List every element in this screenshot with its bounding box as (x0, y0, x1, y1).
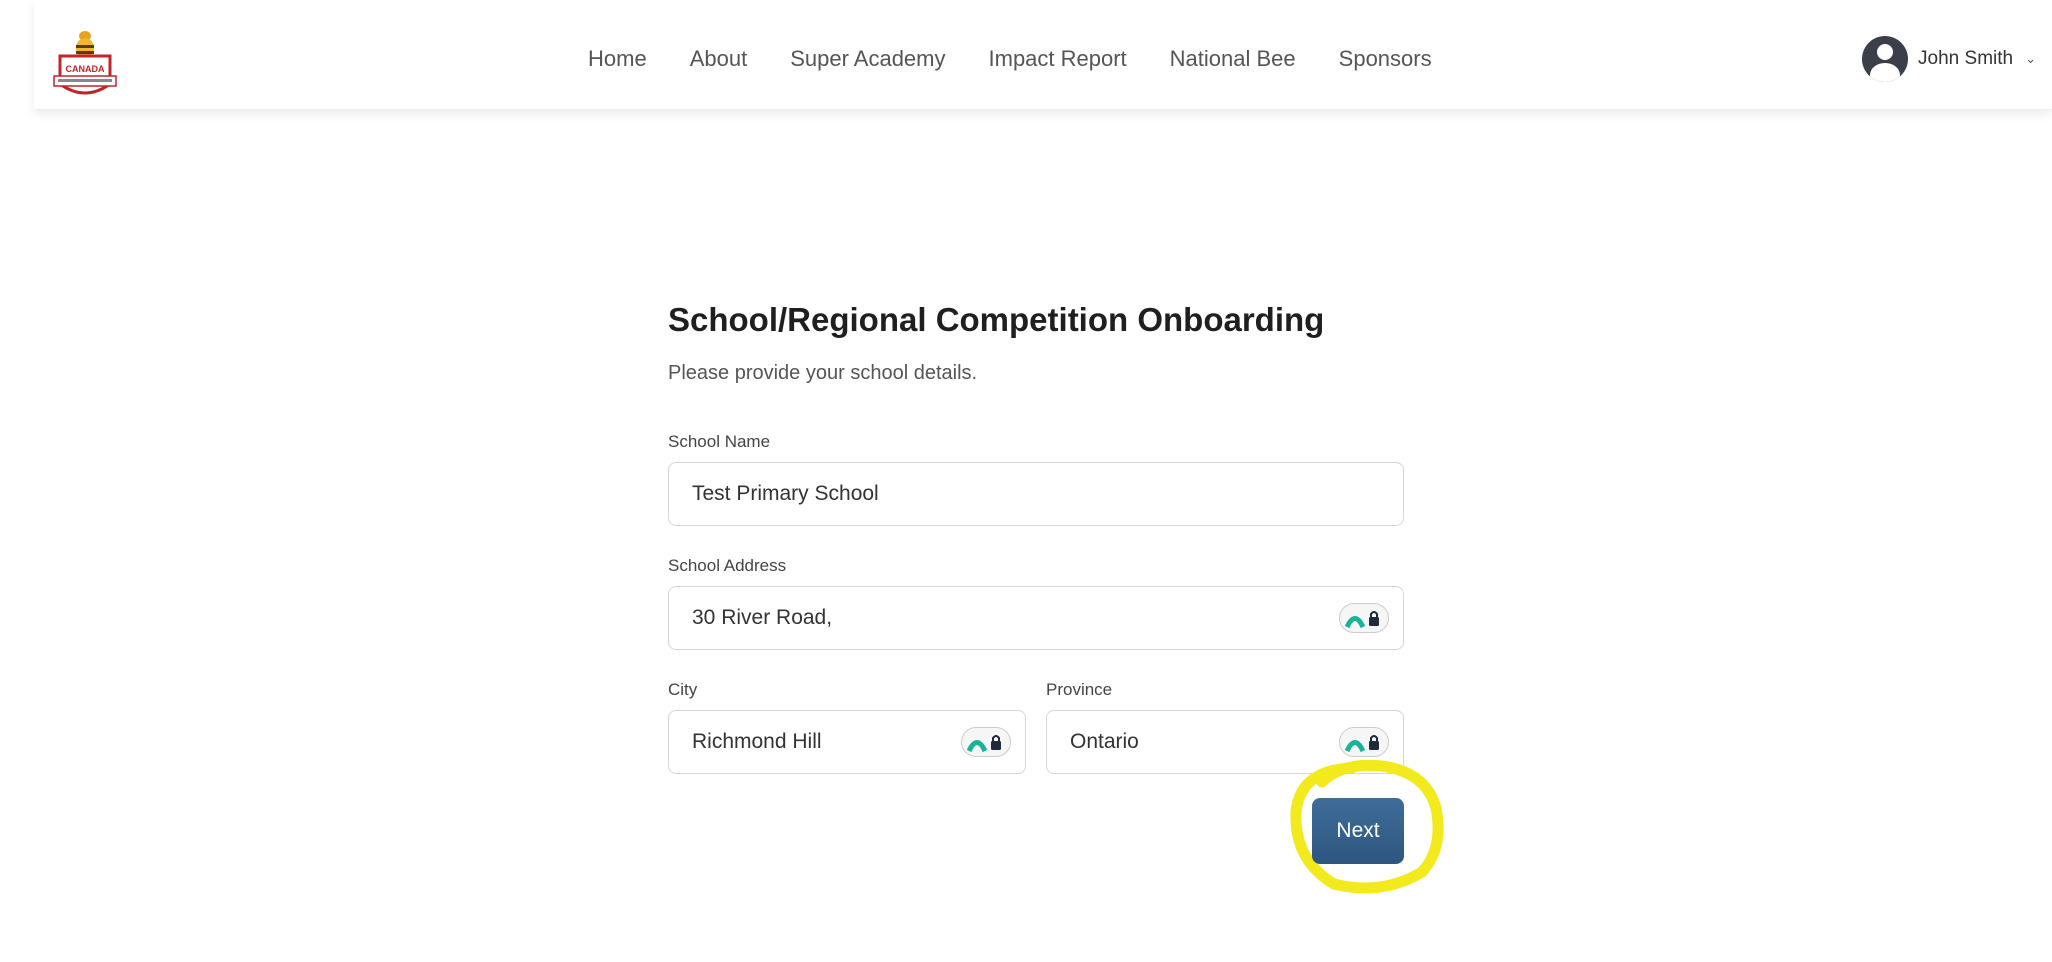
nav-home[interactable]: Home (588, 46, 647, 72)
password-manager-icon[interactable] (961, 727, 1011, 757)
nav-super-academy[interactable]: Super Academy (790, 46, 945, 72)
city-input[interactable]: Richmond Hill (668, 710, 1026, 774)
province-label: Province (1046, 680, 1113, 699)
city-label: City (668, 680, 698, 699)
chevron-down-icon: ⌄ (2025, 51, 2036, 66)
pm-autofill-icon (1345, 735, 1379, 753)
school-name-label: School Name (668, 432, 771, 451)
page-subtitle: Please provide your school details. (668, 362, 978, 384)
next-button[interactable]: Next (1312, 798, 1404, 864)
password-manager-icon[interactable] (1339, 603, 1389, 633)
nav-national-bee[interactable]: National Bee (1170, 46, 1296, 72)
spelling-bee-logo-icon: CANADA (53, 31, 117, 95)
password-manager-icon[interactable] (1339, 727, 1389, 757)
onboarding-form: School/Regional Competition Onboarding P… (668, 296, 1404, 774)
school-address-label: School Address (668, 556, 787, 575)
school-name-value: Test Primary School (692, 482, 879, 505)
province-value: Ontario (1070, 730, 1139, 753)
page-title: School/Regional Competition Onboarding (668, 301, 1325, 338)
nav-sponsors[interactable]: Sponsors (1339, 46, 1432, 72)
pm-autofill-icon (967, 735, 1001, 753)
pm-autofill-icon (1345, 611, 1379, 629)
user-menu[interactable]: John Smith ⌄ (1862, 36, 2036, 82)
logo[interactable]: CANADA (48, 26, 122, 102)
avatar (1862, 36, 1909, 82)
nav-about[interactable]: About (690, 46, 748, 72)
city-value: Richmond Hill (692, 730, 822, 753)
school-address-value: 30 River Road, (692, 606, 833, 629)
next-button-area: Next (1282, 760, 1448, 896)
user-name: John Smith (1918, 48, 2014, 69)
main-nav: Home About Super Academy Impact Report N… (588, 46, 1475, 72)
school-name-input[interactable]: Test Primary School (668, 462, 1404, 526)
nav-impact-report[interactable]: Impact Report (989, 46, 1127, 72)
school-address-input[interactable]: 30 River Road, (668, 586, 1404, 650)
site-header: CANADA Home About Super Academy Impact R… (34, 0, 2052, 110)
logo-text: CANADA (66, 64, 105, 74)
